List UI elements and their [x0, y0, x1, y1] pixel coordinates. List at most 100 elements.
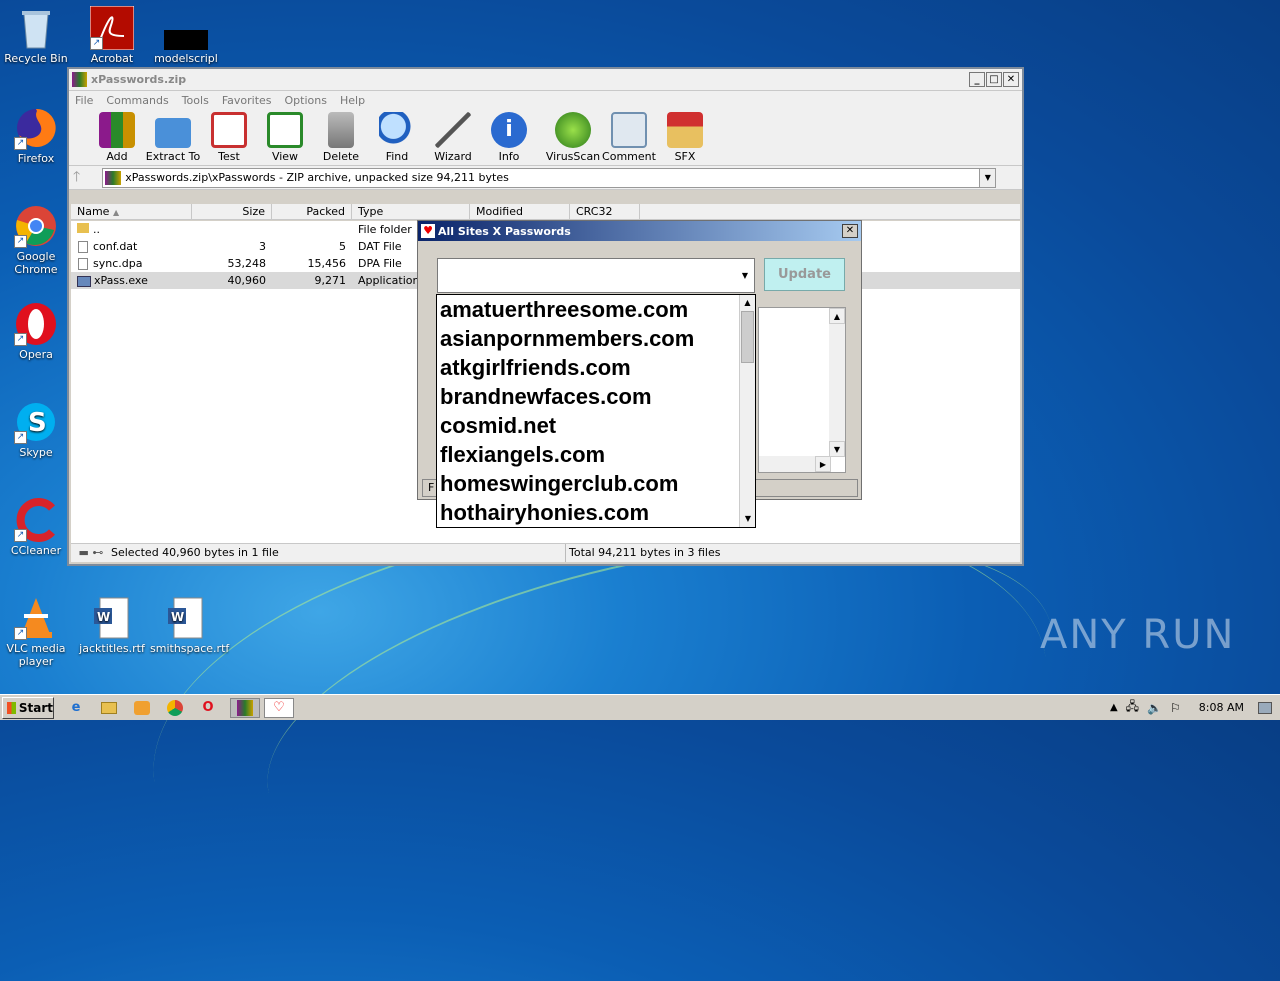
desktop-icon-label: CCleaner: [10, 544, 62, 557]
menu-file[interactable]: File: [75, 94, 93, 107]
window-title: xPasswords.zip: [91, 73, 187, 86]
add-icon: [99, 112, 135, 148]
menu-tools[interactable]: Tools: [182, 94, 209, 107]
desktop-icon-modelscripl[interactable]: modelscripl: [150, 6, 222, 65]
dialog-title: All Sites X Passwords: [438, 224, 571, 238]
virusscan-button[interactable]: VirusScan: [545, 112, 601, 163]
column-crc32[interactable]: CRC32: [570, 204, 640, 219]
minimize-button[interactable]: _: [969, 72, 985, 87]
winrar-titlebar: xPasswords.zip _ □ ✕: [69, 69, 1022, 91]
tray-chevron-up-icon[interactable]: ▲: [1110, 702, 1118, 713]
scroll-down-icon[interactable]: ▼: [740, 511, 756, 527]
tool-label: View: [271, 150, 299, 163]
scroll-down-icon[interactable]: ▼: [829, 441, 845, 457]
scroll-up-icon[interactable]: ▲: [740, 295, 755, 311]
column-packed[interactable]: Packed: [272, 204, 352, 219]
comment-button[interactable]: Comment: [601, 112, 657, 163]
column-modified[interactable]: Modified: [470, 204, 570, 219]
menu-favorites[interactable]: Favorites: [222, 94, 272, 107]
info-button[interactable]: i Info: [481, 112, 537, 163]
desktop-icon-smithspace[interactable]: W smithspace.rtf: [150, 596, 229, 655]
desktop-icon-skype[interactable]: S ↗ Skype: [0, 400, 72, 459]
menu-help[interactable]: Help: [340, 94, 365, 107]
dropdown-scrollbar[interactable]: ▲ ▼: [739, 295, 755, 527]
desktop-icon-acrobat[interactable]: ↗ Acrobat: [76, 5, 148, 65]
list-item[interactable]: brandnewfaces.com: [437, 382, 755, 411]
desktop-icon-label: Opera: [19, 348, 53, 361]
comment-icon: [611, 112, 647, 148]
list-item[interactable]: homeswingerclub.com: [437, 469, 755, 498]
heart-icon: ♥: [421, 224, 435, 238]
delete-button[interactable]: Delete: [313, 112, 369, 163]
password-textarea[interactable]: ▲ ▼ ▶: [758, 307, 846, 473]
desktop-icon-vlc[interactable]: ↗ VLC media player: [0, 596, 72, 668]
desktop-icon-chrome[interactable]: ↗ Google Chrome: [0, 204, 72, 276]
extract-to-button[interactable]: Extract To: [145, 112, 201, 163]
desktop-icon-ccleaner[interactable]: ↗ CCleaner: [0, 498, 72, 557]
column-type[interactable]: Type: [352, 204, 470, 219]
sort-asc-icon: ▲: [112, 208, 120, 217]
desktop-icon-label: Firefox: [17, 152, 55, 165]
winrar-taskbar-icon[interactable]: [230, 697, 260, 718]
dialog-close-button[interactable]: ✕: [842, 224, 858, 238]
status-selected: Selected 40,960 bytes in 1 file: [111, 544, 566, 562]
flag-icon[interactable]: ⚐: [1170, 701, 1181, 715]
explorer-folder-icon[interactable]: [98, 698, 120, 718]
chrome-icon[interactable]: [164, 698, 186, 718]
textarea-vscrollbar[interactable]: ▲ ▼: [829, 308, 845, 457]
word-doc-icon: W: [164, 596, 208, 640]
textarea-hscrollbar[interactable]: ▶: [759, 456, 831, 472]
menu-commands[interactable]: Commands: [106, 94, 168, 107]
file-icon: [78, 241, 88, 253]
desktop-icon-firefox[interactable]: ↗ Firefox: [0, 106, 72, 165]
scroll-thumb[interactable]: [741, 311, 754, 363]
file-size: [192, 221, 272, 238]
menu-options[interactable]: Options: [285, 94, 327, 107]
list-item[interactable]: asianpornmembers.com: [437, 324, 755, 353]
column-size[interactable]: Size: [192, 204, 272, 219]
site-combobox[interactable]: ▼: [437, 258, 755, 293]
update-button[interactable]: Update: [764, 258, 845, 291]
file-size: 3: [259, 240, 266, 253]
desktop-icon-label: Google Chrome: [14, 250, 58, 276]
opera-icon[interactable]: O: [197, 698, 219, 718]
bug-icon: [555, 112, 591, 148]
up-arrow-icon[interactable]: 🡑: [73, 166, 80, 190]
sites-dropdown-list[interactable]: amatuerthreesome.com asianpornmembers.co…: [436, 294, 756, 528]
volume-icon[interactable]: 🔈: [1147, 701, 1162, 715]
word-doc-icon: W: [90, 596, 134, 640]
list-item[interactable]: hothairyhonies.com: [437, 498, 755, 527]
desktop-icon-jacktitles[interactable]: W jacktitles.rtf: [76, 596, 148, 655]
path-combobox[interactable]: xPasswords.zip\xPasswords - ZIP archive,…: [102, 167, 997, 188]
ie-icon[interactable]: e: [65, 698, 87, 718]
scroll-up-icon[interactable]: ▲: [829, 308, 845, 324]
media-player-icon[interactable]: [131, 698, 153, 718]
sfx-button[interactable]: SFX: [657, 112, 713, 163]
close-button[interactable]: ✕: [1003, 72, 1019, 87]
network-icon[interactable]: 🖧: [1126, 697, 1139, 718]
column-name[interactable]: Name ▲: [71, 204, 192, 219]
desktop-icon-recycle-bin[interactable]: Recycle Bin: [0, 6, 72, 65]
book-icon: [267, 112, 303, 148]
list-item[interactable]: flexiangels.com: [437, 440, 755, 469]
wizard-button[interactable]: Wizard: [425, 112, 481, 163]
test-button[interactable]: Test: [201, 112, 257, 163]
list-item[interactable]: atkgirlfriends.com: [437, 353, 755, 382]
add-button[interactable]: Add: [89, 112, 145, 163]
view-button[interactable]: View: [257, 112, 313, 163]
maximize-button[interactable]: □: [986, 72, 1002, 87]
clock[interactable]: 8:08 AM: [1199, 701, 1244, 714]
show-desktop-button[interactable]: [1258, 701, 1272, 714]
scroll-right-icon[interactable]: ▶: [815, 456, 831, 472]
start-button[interactable]: Start: [2, 696, 54, 719]
list-item[interactable]: cosmid.net: [437, 411, 755, 440]
desktop-icon-opera[interactable]: ↗ Opera: [0, 302, 72, 361]
xpasswords-taskbar-icon[interactable]: ♡: [264, 697, 294, 718]
list-item[interactable]: amatuerthreesome.com: [437, 295, 755, 324]
exe-icon: [77, 275, 91, 287]
file-icon: [78, 258, 88, 270]
archive-icon: [105, 170, 122, 185]
chevron-down-icon[interactable]: ▼: [979, 168, 996, 187]
find-button[interactable]: Find: [369, 112, 425, 163]
chevron-down-icon[interactable]: ▼: [738, 261, 752, 290]
